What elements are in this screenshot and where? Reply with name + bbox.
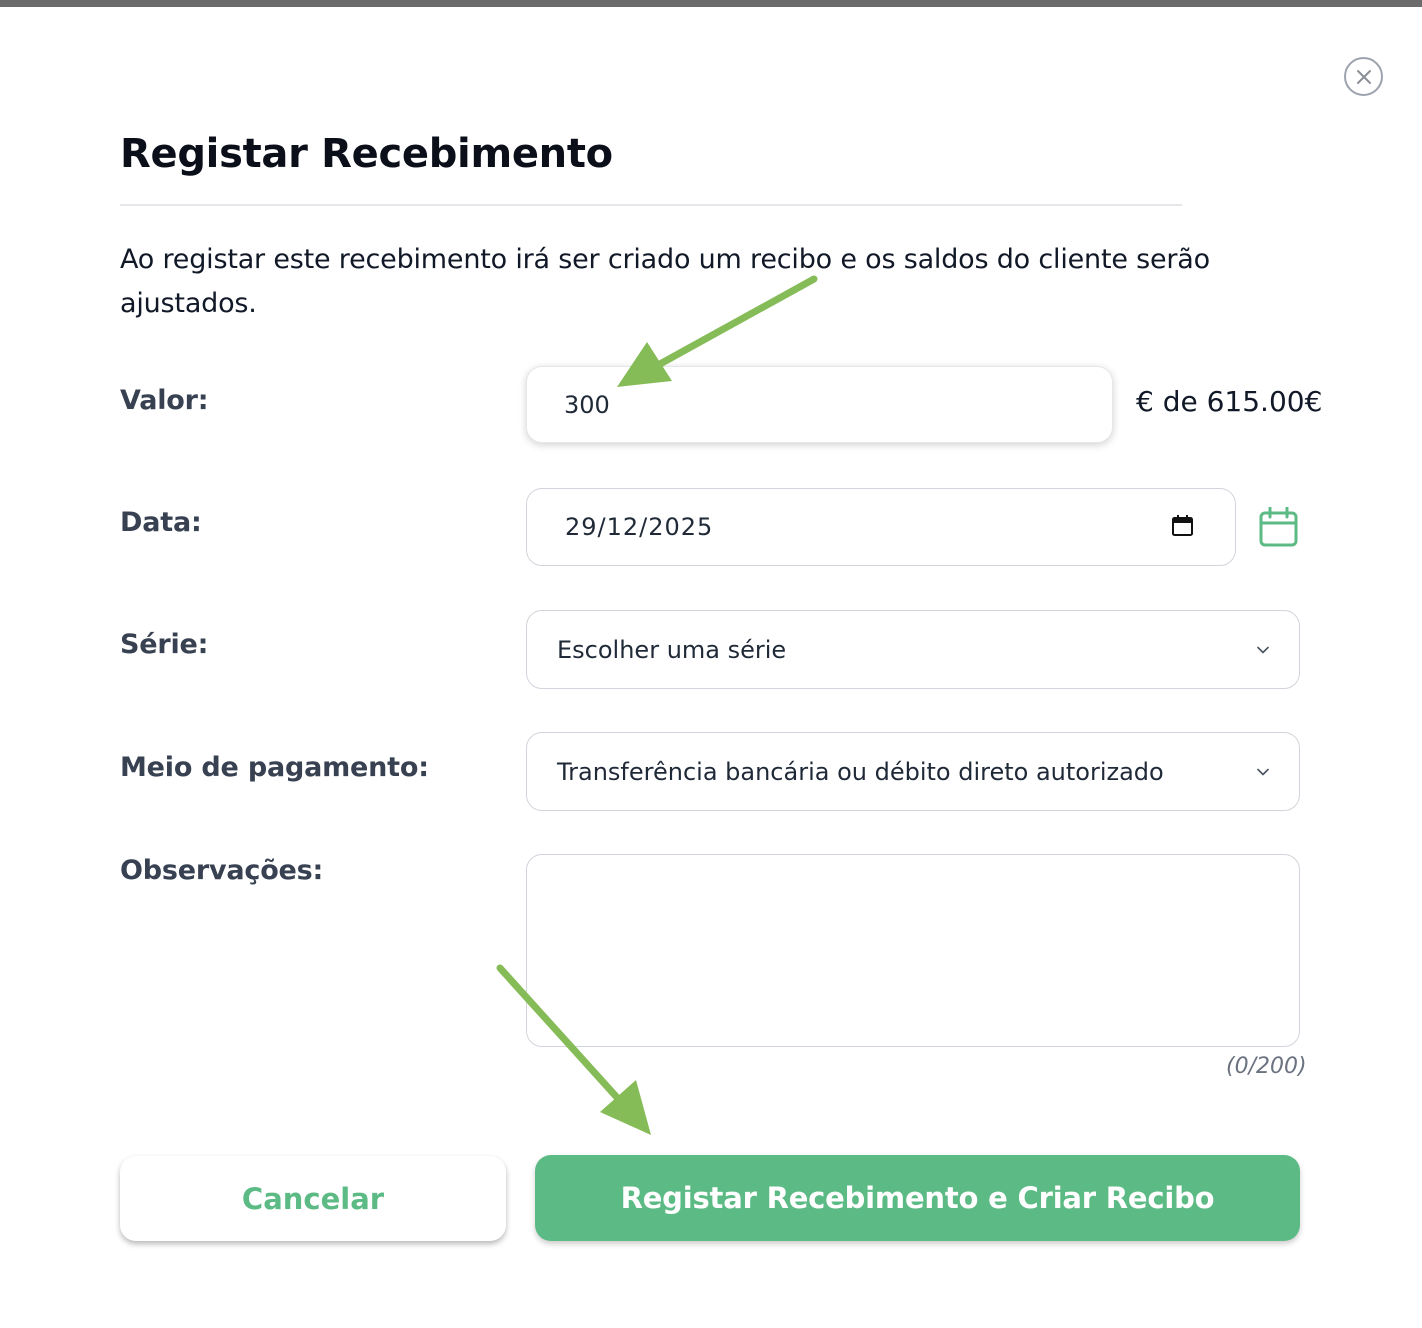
valor-input[interactable]: 300	[526, 366, 1113, 443]
valor-total-suffix: € de 615.00€	[1136, 385, 1323, 418]
window-top-border	[0, 0, 1422, 7]
serie-label: Série:	[120, 629, 209, 660]
close-icon	[1356, 69, 1371, 84]
chevron-down-icon	[1257, 768, 1269, 775]
title-divider	[120, 204, 1182, 206]
cancel-button[interactable]: Cancelar	[120, 1156, 506, 1241]
serie-select[interactable]: Escolher uma série	[526, 610, 1300, 689]
chevron-down-icon	[1257, 646, 1269, 653]
valor-label: Valor:	[120, 385, 209, 416]
data-label: Data:	[120, 507, 202, 538]
date-input[interactable]: 29/12/2025	[526, 488, 1236, 566]
date-input-value: 29/12/2025	[565, 513, 714, 541]
calendar-icon[interactable]	[1171, 514, 1194, 537]
observacoes-textarea[interactable]	[526, 854, 1300, 1047]
calendar-picker-icon[interactable]	[1259, 507, 1298, 547]
register-receipt-dialog: Registar Recebimento Ao registar este re…	[0, 7, 1422, 1328]
meio-pagamento-select[interactable]: Transferência bancária ou débito direto …	[526, 732, 1300, 811]
character-counter: (0/200)	[1226, 1054, 1307, 1079]
meio-pagamento-label: Meio de pagamento:	[120, 752, 429, 783]
dialog-description: Ao registar este recebimento irá ser cri…	[120, 244, 1210, 319]
serie-select-value: Escolher uma série	[557, 635, 787, 664]
valor-input-value: 300	[564, 390, 610, 419]
meio-pagamento-select-value: Transferência bancária ou débito direto …	[557, 757, 1164, 786]
register-and-create-receipt-button[interactable]: Registar Recebimento e Criar Recibo	[535, 1155, 1300, 1241]
dialog-title: Registar Recebimento	[120, 131, 613, 177]
observacoes-label: Observações:	[120, 855, 324, 886]
close-button[interactable]	[1344, 57, 1383, 96]
